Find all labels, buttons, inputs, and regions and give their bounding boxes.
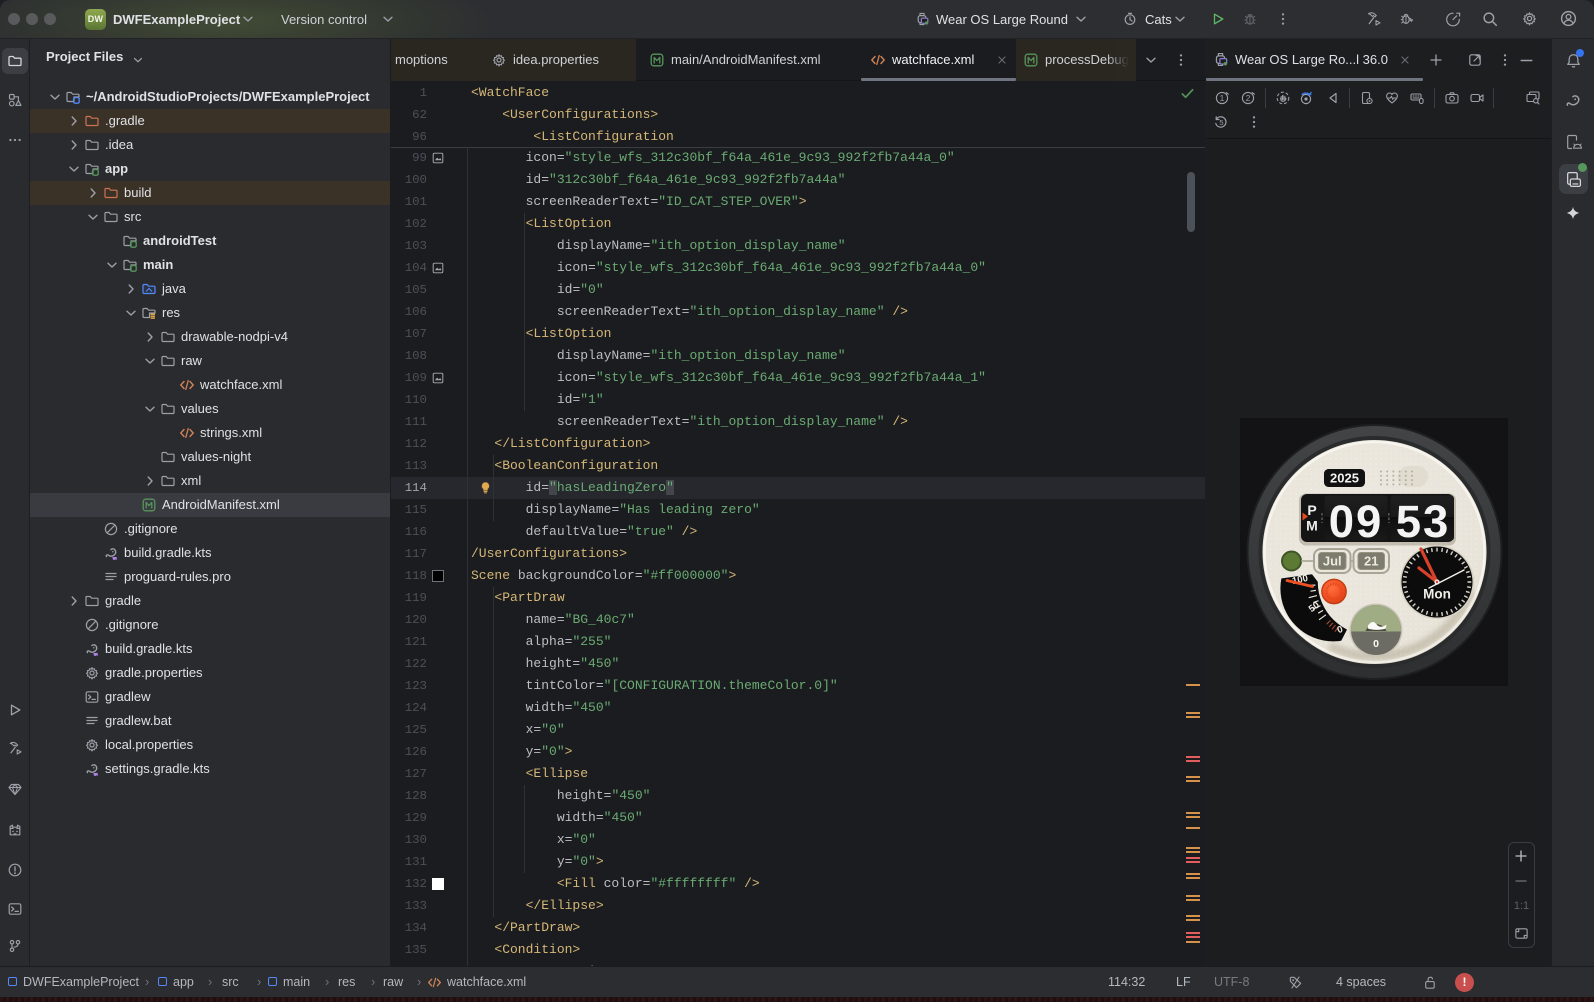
svg-text:53: 53 [1396, 496, 1451, 547]
svg-text:21: 21 [1364, 554, 1378, 569]
svg-text:Mon: Mon [1423, 587, 1451, 602]
svg-text:2025: 2025 [1330, 471, 1359, 486]
svg-text:0: 0 [1373, 638, 1379, 650]
svg-text:P: P [1307, 502, 1316, 518]
svg-text:2: 2 [1246, 93, 1251, 103]
svg-text:Jul: Jul [1323, 554, 1342, 569]
svg-text:M: M [1306, 518, 1318, 534]
svg-text:5: 5 [1219, 118, 1223, 127]
svg-text:1: 1 [1220, 93, 1225, 103]
svg-text:09: 09 [1329, 496, 1384, 547]
